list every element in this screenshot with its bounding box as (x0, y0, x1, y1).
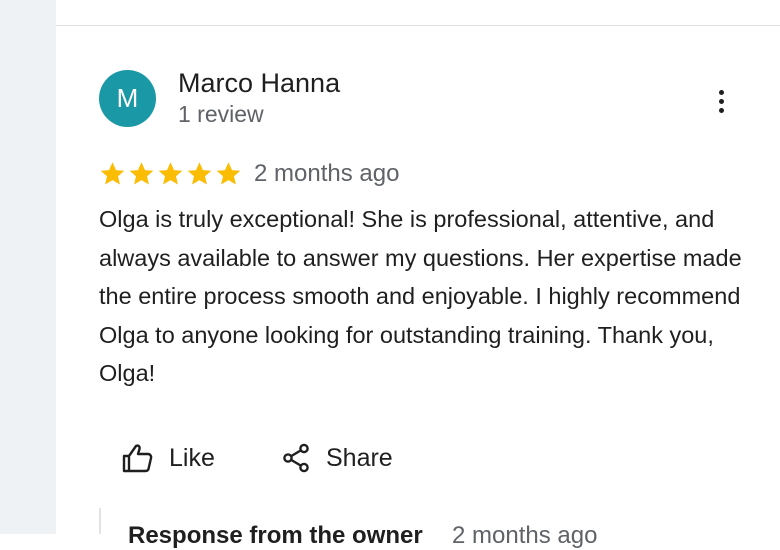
share-label: Share (326, 443, 393, 472)
star-icon (158, 162, 183, 185)
star-icon (100, 162, 125, 185)
star-icon (187, 162, 212, 185)
left-rail (0, 0, 56, 534)
author-name[interactable]: Marco Hanna (178, 68, 340, 99)
top-divider (56, 25, 780, 26)
more-options-button[interactable] (706, 84, 738, 120)
star-icon (129, 162, 154, 185)
author-review-count: 1 review (178, 101, 264, 127)
share-button[interactable]: Share (282, 440, 393, 476)
more-vert-icon (719, 90, 724, 95)
like-label: Like (169, 443, 215, 472)
star-rating (99, 160, 242, 188)
thumbs-up-icon (122, 444, 153, 473)
review-text: Olga is truly exceptional! She is profes… (99, 206, 742, 386)
share-icon (283, 443, 309, 473)
avatar[interactable]: M (99, 70, 156, 127)
star-icon (216, 162, 241, 185)
owner-response-title: Response from the owner (128, 522, 423, 549)
like-button[interactable]: Like (121, 440, 215, 476)
owner-response-date: 2 months ago (452, 522, 598, 549)
review-date: 2 months ago (254, 160, 400, 187)
owner-response-bar (99, 508, 101, 534)
